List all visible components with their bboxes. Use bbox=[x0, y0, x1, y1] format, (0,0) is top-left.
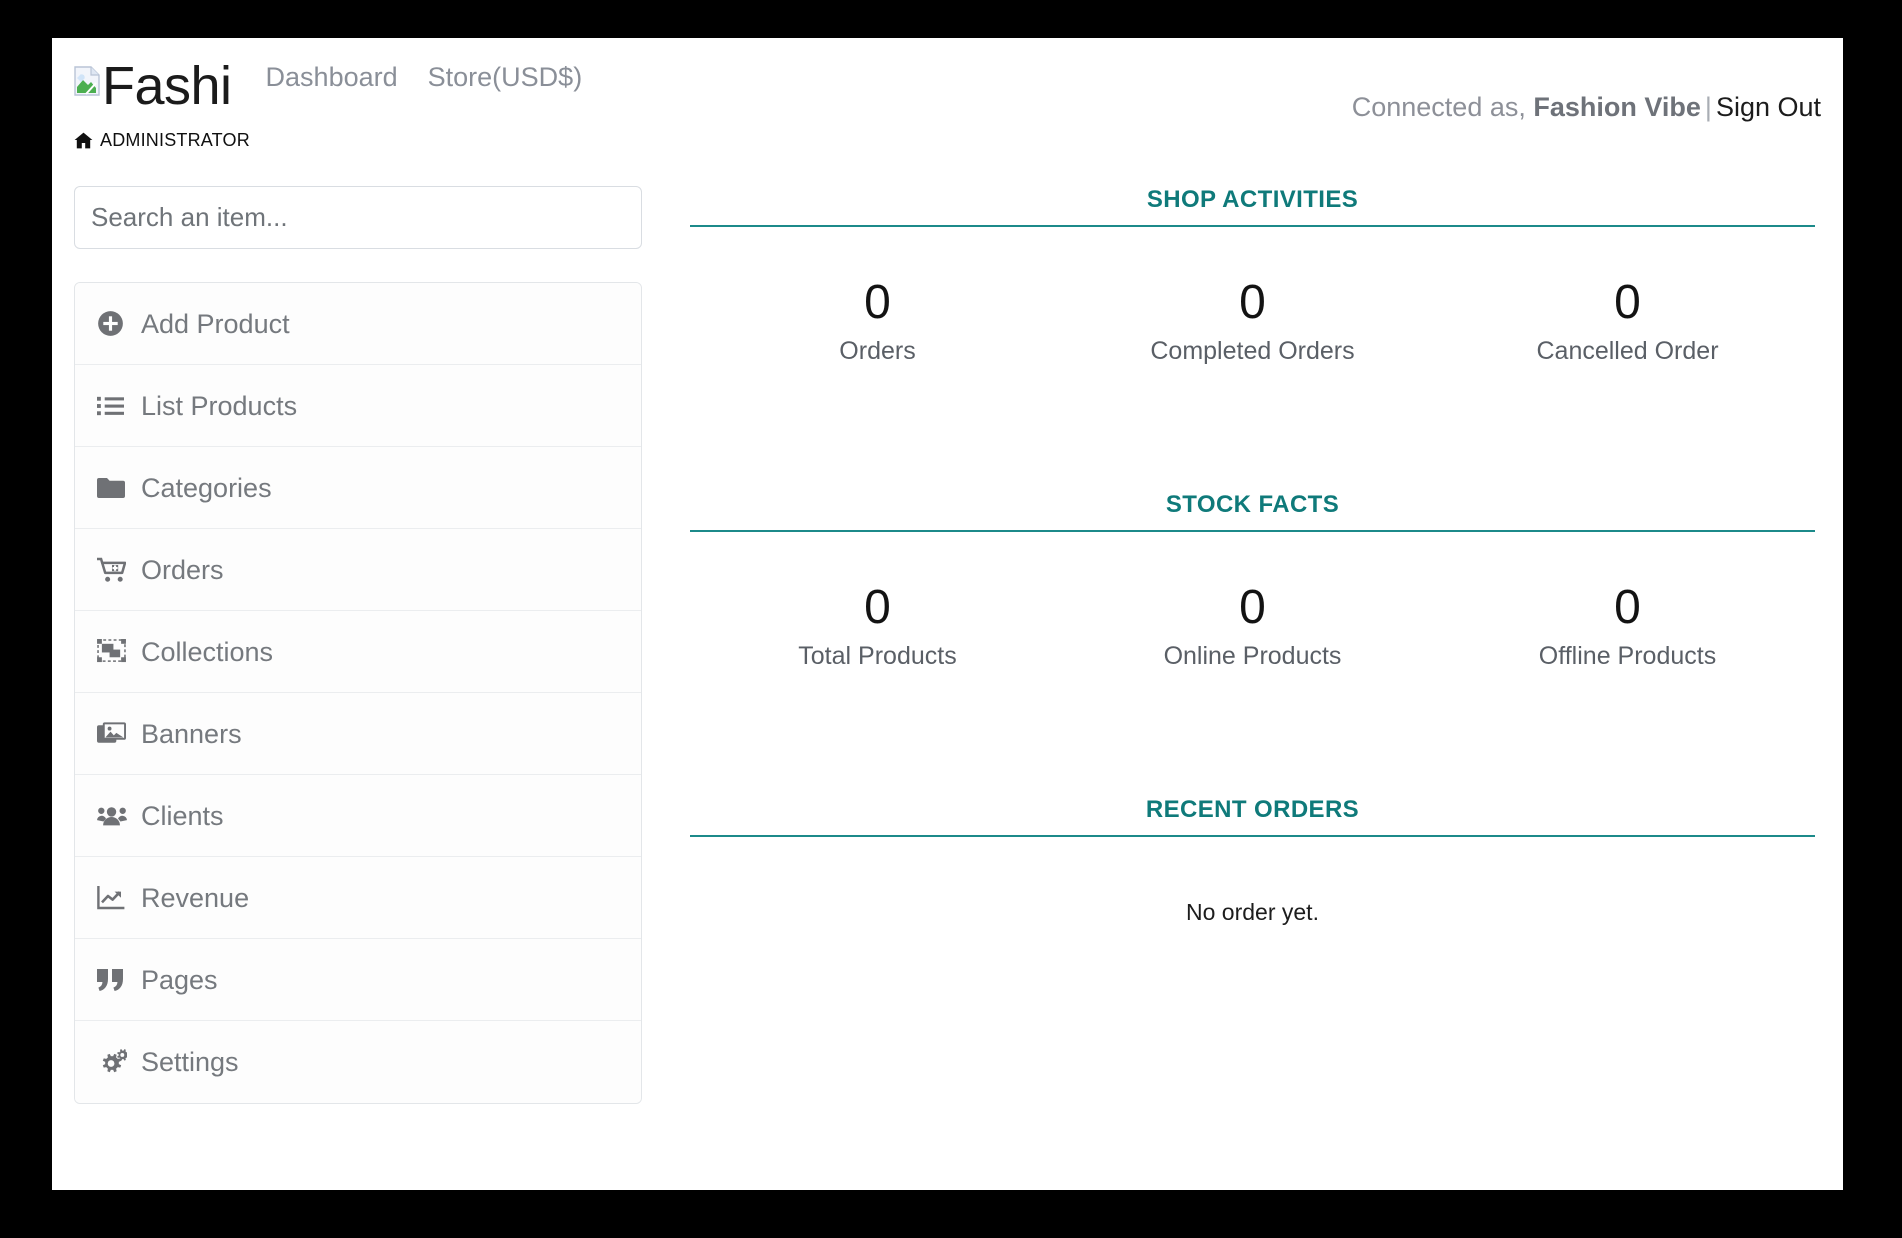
stat-offline-products: 0 Offline Products bbox=[1440, 580, 1815, 672]
top-nav: Dashboard Store(USD$) bbox=[266, 60, 613, 96]
account-name: Fashion Vibe bbox=[1533, 92, 1701, 122]
users-icon bbox=[97, 805, 141, 827]
brand-title: Fashi bbox=[102, 56, 232, 116]
nav-link-store[interactable]: Store(USD$) bbox=[428, 60, 583, 94]
sidebar-item-label: Revenue bbox=[141, 882, 250, 913]
stat-cancelled-order: 0 Cancelled Order bbox=[1440, 275, 1815, 367]
plus-circle-icon bbox=[97, 310, 141, 337]
section-divider bbox=[690, 835, 1815, 837]
search-input[interactable] bbox=[74, 186, 642, 249]
sign-out-link[interactable]: Sign Out bbox=[1716, 92, 1821, 122]
app-page: Fashi Dashboard Store(USD$) Connected as… bbox=[52, 38, 1843, 1190]
recent-orders-empty-text: No order yet. bbox=[1186, 899, 1319, 925]
cart-plus-icon bbox=[97, 557, 141, 583]
stat-total-products: 0 Total Products bbox=[690, 580, 1065, 672]
sidebar-item-label: Banners bbox=[141, 718, 242, 749]
sidebar-item-label: Orders bbox=[141, 554, 224, 585]
stat-online-products: 0 Online Products bbox=[1065, 580, 1440, 672]
section-divider bbox=[690, 530, 1815, 532]
shop-activities-section: SHOP ACTIVITIES 0 Orders 0 Completed Ord… bbox=[690, 186, 1815, 367]
account-status: Connected as, Fashion Vibe | Sign Out bbox=[1352, 56, 1821, 124]
sidebar-item-settings[interactable]: Settings bbox=[75, 1021, 641, 1103]
object-group-icon bbox=[97, 639, 141, 664]
stat-label: Completed Orders bbox=[1150, 337, 1355, 365]
sidebar-item-collections[interactable]: Collections bbox=[75, 611, 641, 693]
sidebar-item-label: Clients bbox=[141, 800, 224, 831]
sidebar-menu: Add Product List Products Categories Ord… bbox=[74, 282, 642, 1104]
recent-orders-title: RECENT ORDERS bbox=[1145, 796, 1360, 823]
stat-orders: 0 Orders bbox=[690, 275, 1065, 367]
quote-right-icon bbox=[97, 968, 141, 991]
section-divider bbox=[690, 225, 1815, 227]
sidebar-item-label: Settings bbox=[141, 1047, 239, 1077]
body-row: Add Product List Products bbox=[52, 186, 1843, 1104]
list-ul-icon bbox=[97, 395, 141, 417]
stat-label: Total Products bbox=[798, 642, 957, 670]
stat-label: Offline Products bbox=[1538, 642, 1717, 670]
brand-zone: Fashi Dashboard Store(USD$) bbox=[74, 56, 612, 116]
images-icon bbox=[97, 721, 141, 746]
sidebar-item-revenue[interactable]: Revenue bbox=[75, 857, 641, 939]
sidebar-item-label: List Products bbox=[141, 390, 298, 421]
recent-orders-section: RECENT ORDERS No order yet. bbox=[690, 796, 1815, 926]
sidebar-item-label: Pages bbox=[141, 964, 218, 995]
stock-facts-section: STOCK FACTS 0 Total Products 0 Online Pr… bbox=[690, 491, 1815, 672]
stock-facts-stats: 0 Total Products 0 Online Products 0 Off… bbox=[690, 580, 1815, 672]
sidebar-item-list-products[interactable]: List Products bbox=[75, 365, 641, 447]
nav-link-dashboard[interactable]: Dashboard bbox=[266, 60, 398, 94]
stat-value: 0 bbox=[1614, 581, 1641, 634]
page-header: Fashi Dashboard Store(USD$) Connected as… bbox=[52, 38, 1843, 158]
stock-facts-title: STOCK FACTS bbox=[1165, 491, 1340, 518]
stat-completed-orders: 0 Completed Orders bbox=[1065, 275, 1440, 367]
breadcrumb: ADMINISTRATOR bbox=[74, 130, 250, 151]
shop-activities-stats: 0 Orders 0 Completed Orders 0 Cancelled … bbox=[690, 275, 1815, 367]
sidebar-item-label: Collections bbox=[141, 636, 274, 667]
stat-label: Online Products bbox=[1163, 642, 1342, 670]
sidebar-item-banners[interactable]: Banners bbox=[75, 693, 641, 775]
home-icon bbox=[74, 132, 93, 149]
stat-label: Orders bbox=[839, 337, 916, 365]
sidebar-item-label: Add Product bbox=[141, 308, 290, 339]
stat-value: 0 bbox=[864, 276, 891, 329]
stat-value: 0 bbox=[1614, 276, 1641, 329]
stat-value: 0 bbox=[864, 581, 891, 634]
sidebar-item-clients[interactable]: Clients bbox=[75, 775, 641, 857]
broken-image-icon bbox=[74, 66, 100, 96]
breadcrumb-label: ADMINISTRATOR bbox=[100, 130, 250, 150]
main-content: SHOP ACTIVITIES 0 Orders 0 Completed Ord… bbox=[642, 186, 1821, 1104]
sidebar-item-add-product[interactable]: Add Product bbox=[75, 283, 641, 365]
sidebar-item-label: Categories bbox=[141, 472, 272, 503]
sidebar-item-categories[interactable]: Categories bbox=[75, 447, 641, 529]
site-logo[interactable]: Fashi bbox=[74, 56, 232, 116]
stat-label: Cancelled Order bbox=[1536, 337, 1719, 365]
connected-prefix: Connected as, bbox=[1351, 92, 1526, 122]
chart-line-icon bbox=[97, 885, 141, 910]
shop-activities-title: SHOP ACTIVITIES bbox=[1146, 186, 1359, 213]
account-separator: | bbox=[1704, 92, 1712, 122]
cogs-icon bbox=[97, 1049, 141, 1075]
sidebar-item-orders[interactable]: Orders bbox=[75, 529, 641, 611]
folder-icon bbox=[97, 477, 141, 499]
sidebar-item-pages[interactable]: Pages bbox=[75, 939, 641, 1021]
stat-value: 0 bbox=[1239, 276, 1266, 329]
sidebar: Add Product List Products bbox=[74, 186, 642, 1104]
stat-value: 0 bbox=[1239, 581, 1266, 634]
